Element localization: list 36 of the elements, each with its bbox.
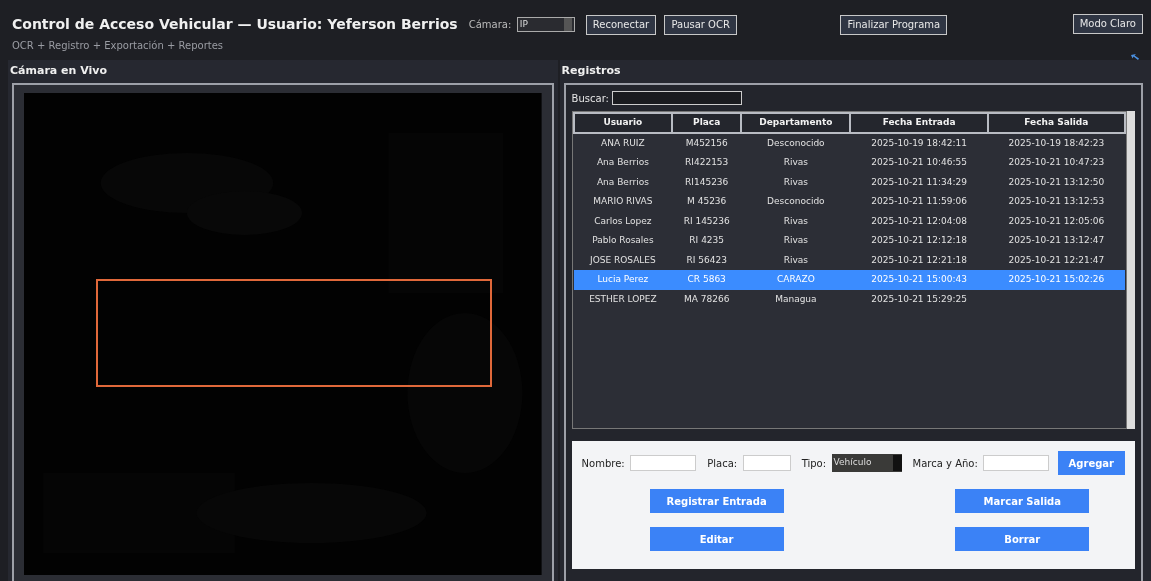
column-header[interactable]: Usuario: [573, 113, 673, 133]
finish-program-button[interactable]: Finalizar Programa: [840, 14, 948, 35]
camera-select[interactable]: IP: [516, 17, 575, 32]
table-cell: Lucia Perez: [573, 270, 673, 290]
app-subtitle: OCR + Registro + Exportación + Reportes: [12, 39, 225, 53]
delete-button[interactable]: Borrar: [955, 527, 1090, 551]
field-label: Marca y Año:: [912, 456, 978, 471]
field-label: Placa:: [707, 456, 738, 471]
add-button[interactable]: Agregar: [1057, 451, 1125, 475]
light-mode-button[interactable]: Modo Claro: [1072, 14, 1143, 34]
column-header[interactable]: Fecha Entrada: [850, 113, 988, 133]
column-header[interactable]: Placa: [672, 113, 742, 133]
table-cell: CR 5863: [672, 270, 742, 290]
input-field[interactable]: [983, 455, 1050, 471]
table-cell: 2025-10-21 15:00:43: [850, 270, 988, 290]
reconnect-button[interactable]: Reconectar: [585, 14, 657, 35]
table-cell: CARAZO: [741, 270, 851, 290]
table-cell: 2025-10-21 15:02:26: [987, 270, 1125, 290]
input-field[interactable]: [630, 455, 697, 471]
input-field[interactable]: [742, 455, 791, 471]
search-label: Buscar:: [571, 91, 609, 106]
search-field[interactable]: [611, 91, 742, 105]
type-select[interactable]: Vehículo: [831, 454, 902, 472]
pause-ocr-button[interactable]: Pausar OCR: [664, 14, 737, 35]
field-label: Nombre:: [581, 456, 625, 471]
app-title: Control de Acceso Vehicular — Usuario: Yeferson Berrios: [12, 15, 458, 34]
camera-label: Cámara:: [468, 18, 512, 32]
panel-title: Registros: [560, 63, 622, 79]
edit-button[interactable]: Editar: [649, 527, 784, 551]
column-header[interactable]: Fecha Salida: [987, 113, 1125, 133]
field-label: Tipo:: [801, 456, 827, 471]
register-entry-button[interactable]: Registrar Entrada: [649, 489, 784, 513]
column-header[interactable]: Departamento: [741, 113, 851, 133]
mark-exit-button[interactable]: Marcar Salida: [955, 489, 1090, 513]
panel-title: Cámara en Vivo: [9, 63, 108, 79]
scrollbar[interactable]: [1127, 111, 1135, 429]
